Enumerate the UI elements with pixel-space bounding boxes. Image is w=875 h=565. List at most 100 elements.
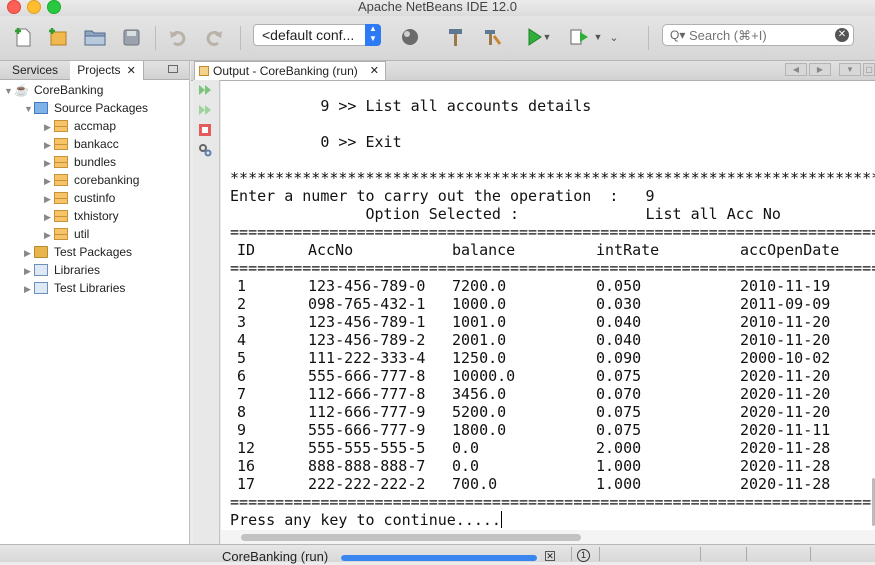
column-header: ID: [237, 241, 256, 259]
table-cell: 2011-09-09: [740, 295, 831, 313]
collapsed-triangle-icon[interactable]: ▶: [44, 226, 54, 244]
save-all-button[interactable]: [118, 24, 144, 50]
new-project-button[interactable]: [44, 24, 70, 50]
open-project-button[interactable]: [82, 24, 108, 50]
undo-icon: [170, 30, 186, 46]
cancel-task-icon[interactable]: ✕: [545, 551, 555, 561]
build-button[interactable]: [443, 24, 469, 50]
rerun-with-params-button[interactable]: [197, 103, 213, 117]
tree-item[interactable]: ▶ bundles: [44, 153, 116, 171]
collapsed-triangle-icon[interactable]: ▶: [24, 262, 34, 280]
collapsed-triangle-icon[interactable]: ▶: [44, 190, 54, 208]
tab-output[interactable]: Output - CoreBanking (run) ✕: [194, 61, 386, 80]
collapsed-triangle-icon[interactable]: ▶: [24, 244, 34, 262]
table-cell: 0.075: [596, 403, 642, 421]
tree-item[interactable]: ▶ accmap: [44, 117, 116, 135]
table-cell: 0.030: [596, 295, 642, 313]
table-row: 1 123-456-789-0 7200.0 0.050 2010-11-19: [221, 277, 875, 295]
table-row: 8 112-666-777-9 5200.0 0.075 2020-11-20: [221, 403, 875, 421]
settings-button[interactable]: [197, 143, 213, 157]
table-cell: 0.040: [596, 313, 642, 331]
tree-item[interactable]: ▶ util: [44, 225, 89, 243]
collapsed-triangle-icon[interactable]: ▶: [44, 208, 54, 226]
tree-item[interactable]: ▼☕ CoreBanking: [4, 81, 103, 99]
scroll-tabs-left-icon[interactable]: ◀: [785, 63, 807, 76]
minimize-panel-icon[interactable]: [168, 65, 178, 73]
collapsed-triangle-icon[interactable]: ▶: [44, 136, 54, 154]
stop-button[interactable]: [197, 123, 213, 137]
scrollbar-thumb[interactable]: [241, 534, 581, 541]
clear-search-icon[interactable]: ✕: [835, 28, 849, 42]
expanded-triangle-icon[interactable]: ▼: [4, 82, 14, 100]
more-tools-button[interactable]: ⌄: [606, 24, 622, 50]
running-task-label[interactable]: CoreBanking (run): [222, 548, 328, 565]
clean-build-button[interactable]: [479, 24, 505, 50]
table-cell: 3456.0: [452, 385, 507, 403]
tree-item[interactable]: ▼ Source Packages: [24, 99, 148, 117]
scroll-tabs-right-icon[interactable]: ▶: [809, 63, 831, 76]
search-field[interactable]: Q▾ ✕: [662, 24, 854, 46]
rerun-params-icon: [199, 105, 211, 115]
minimize-window-button[interactable]: [27, 0, 41, 14]
show-opened-documents-icon[interactable]: ▼: [839, 63, 861, 76]
tab-projects[interactable]: Projects ✕: [70, 61, 144, 80]
tree-item[interactable]: ▶ bankacc: [44, 135, 119, 153]
column-header: intRate: [596, 241, 660, 259]
close-tab-icon[interactable]: ✕: [370, 62, 379, 80]
notifications-icon[interactable]: 1: [577, 549, 590, 562]
table-cell: 0.090: [596, 349, 642, 367]
status-divider: [599, 547, 600, 561]
tab-services[interactable]: Services: [0, 61, 71, 79]
new-project-icon: [49, 28, 67, 46]
zoom-window-button[interactable]: [47, 0, 61, 14]
table-cell: 1001.0: [452, 313, 507, 331]
tree-item-label: bundles: [74, 155, 117, 169]
debug-menu-chevron[interactable]: ▼: [590, 24, 606, 50]
horizontal-scrollbar[interactable]: [221, 530, 875, 544]
task-progress-bar: [341, 555, 541, 561]
tree-item[interactable]: ▶ Test Libraries: [24, 279, 125, 297]
table-row: 2 098-765-432-1 1000.0 0.030 2011-09-09: [221, 295, 875, 313]
close-tab-icon[interactable]: ✕: [127, 65, 136, 77]
close-window-button[interactable]: [7, 0, 21, 14]
folder-icon: [34, 246, 48, 258]
table-cell: 10000.0: [452, 367, 516, 385]
tree-item[interactable]: ▶ Test Packages: [24, 243, 132, 261]
rerun-icon: [199, 85, 211, 95]
collapsed-triangle-icon[interactable]: ▶: [24, 280, 34, 298]
table-cell: 2020-11-20: [740, 403, 831, 421]
collapsed-triangle-icon[interactable]: ▶: [44, 172, 54, 190]
tree-item[interactable]: ▶ Libraries: [24, 261, 100, 279]
stop-icon: [199, 124, 211, 136]
expanded-triangle-icon[interactable]: ▼: [24, 100, 34, 118]
maximize-window-icon[interactable]: ▢: [863, 63, 875, 76]
tree-item[interactable]: ▶ corebanking: [44, 171, 139, 189]
column-header: balance: [452, 241, 516, 259]
profile-button[interactable]: [397, 24, 423, 50]
collapsed-triangle-icon[interactable]: ▶: [44, 118, 54, 136]
table-cell: 17: [237, 475, 256, 493]
tree-item[interactable]: ▶ custinfo: [44, 189, 115, 207]
undo-button[interactable]: [165, 24, 191, 50]
package-icon: [54, 210, 68, 222]
output-tab-bar: Output - CoreBanking (run) ✕ ◀ ▶ ▼ ▢: [191, 61, 875, 81]
table-row: 5 111-222-333-4 1250.0 0.090 2000-10-02: [221, 349, 875, 367]
table-cell: 0.070: [596, 385, 642, 403]
table-cell: 0.075: [596, 421, 642, 439]
panel-tabs: Services Projects ✕: [0, 61, 189, 80]
rerun-button[interactable]: [197, 83, 213, 97]
debug-button[interactable]: [566, 24, 592, 50]
output-console[interactable]: 9 >> List all accounts details 0 >> Exit…: [221, 81, 875, 530]
run-menu-chevron[interactable]: ▼: [539, 24, 555, 50]
table-cell: 2020-11-28: [740, 475, 831, 493]
new-file-button[interactable]: [10, 24, 36, 50]
column-header: accOpenDate: [740, 241, 840, 259]
tree-item[interactable]: ▶ txhistory: [44, 207, 119, 225]
configuration-dropdown[interactable]: <default conf... ▲ ▼: [253, 24, 381, 46]
redo-button[interactable]: [201, 24, 227, 50]
table-cell: 1000.0: [452, 295, 507, 313]
collapsed-triangle-icon[interactable]: ▶: [44, 154, 54, 172]
table-row: 12 555-555-555-5 0.0 2.000 2020-11-28: [221, 439, 875, 457]
tree-item-label: Libraries: [54, 263, 101, 277]
search-input[interactable]: [689, 26, 829, 44]
